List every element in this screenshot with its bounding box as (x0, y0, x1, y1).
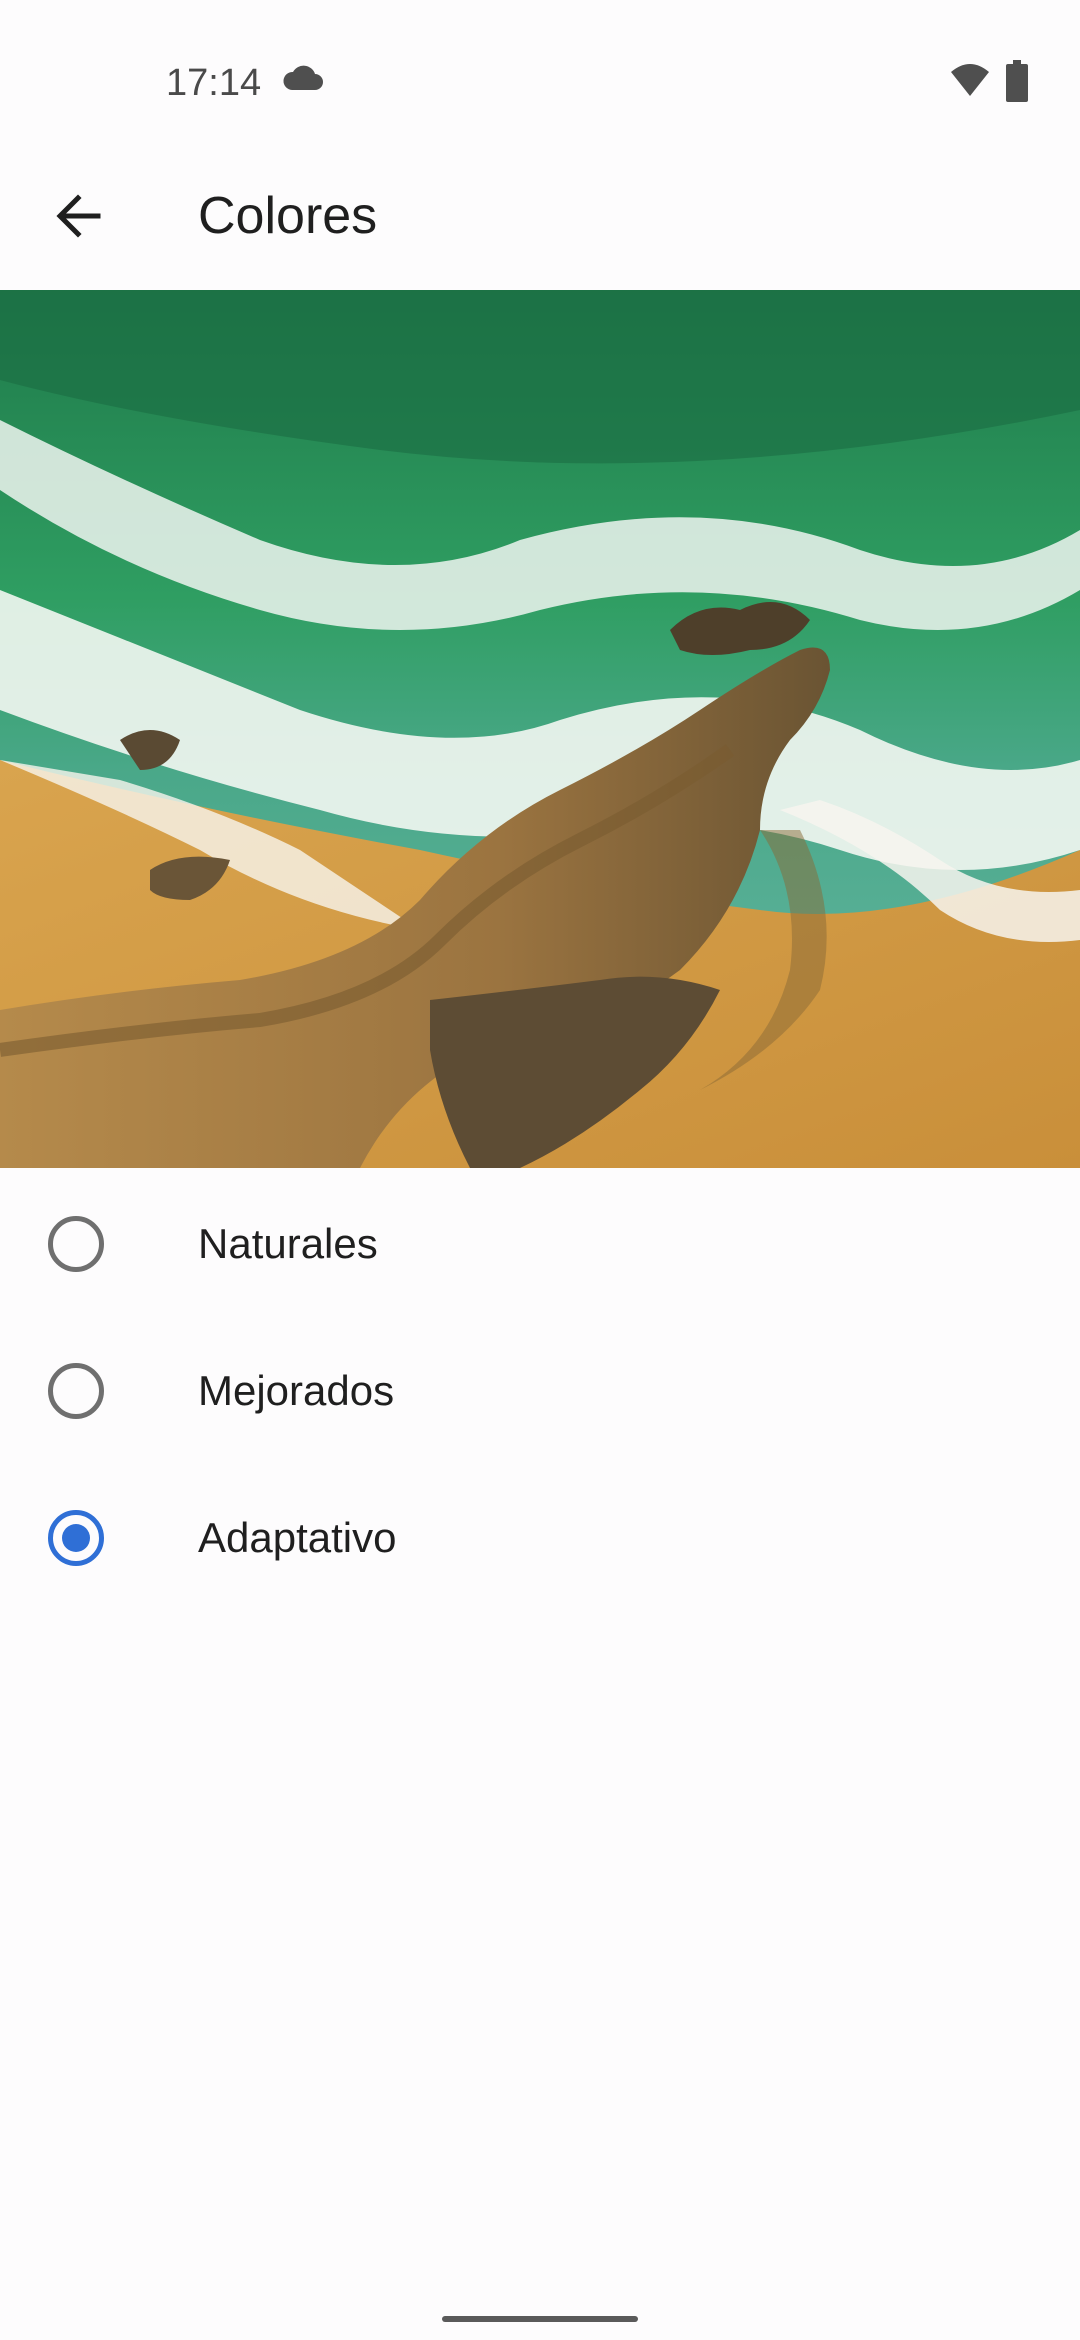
gesture-nav-handle[interactable] (442, 2316, 638, 2322)
radio-dot (62, 1524, 90, 1552)
option-label: Mejorados (198, 1367, 395, 1414)
status-time: 17:14 (166, 62, 262, 104)
page-title: Colores (198, 187, 378, 245)
option-naturales[interactable]: Naturales (0, 1168, 1080, 1315)
back-button[interactable] (40, 180, 116, 256)
option-mejorados[interactable]: Mejorados (0, 1315, 1080, 1462)
wallpaper-preview-image (0, 290, 1080, 1168)
option-label: Naturales (198, 1220, 378, 1267)
wifi-icon (950, 62, 990, 98)
status-bar: 17:14 (0, 0, 1080, 170)
color-options-list: Naturales Mejorados Adaptativo (0, 1168, 1080, 1609)
option-label: Adaptativo (198, 1514, 397, 1561)
option-adaptativo[interactable]: Adaptativo (0, 1462, 1080, 1609)
app-bar: Colores (0, 170, 1080, 290)
cloud-icon (282, 64, 324, 94)
radio-button-checked[interactable] (48, 1510, 104, 1566)
arrow-back-icon (52, 190, 104, 247)
radio-button-unchecked[interactable] (48, 1363, 104, 1419)
battery-icon (1006, 60, 1028, 102)
radio-button-unchecked[interactable] (48, 1216, 104, 1272)
